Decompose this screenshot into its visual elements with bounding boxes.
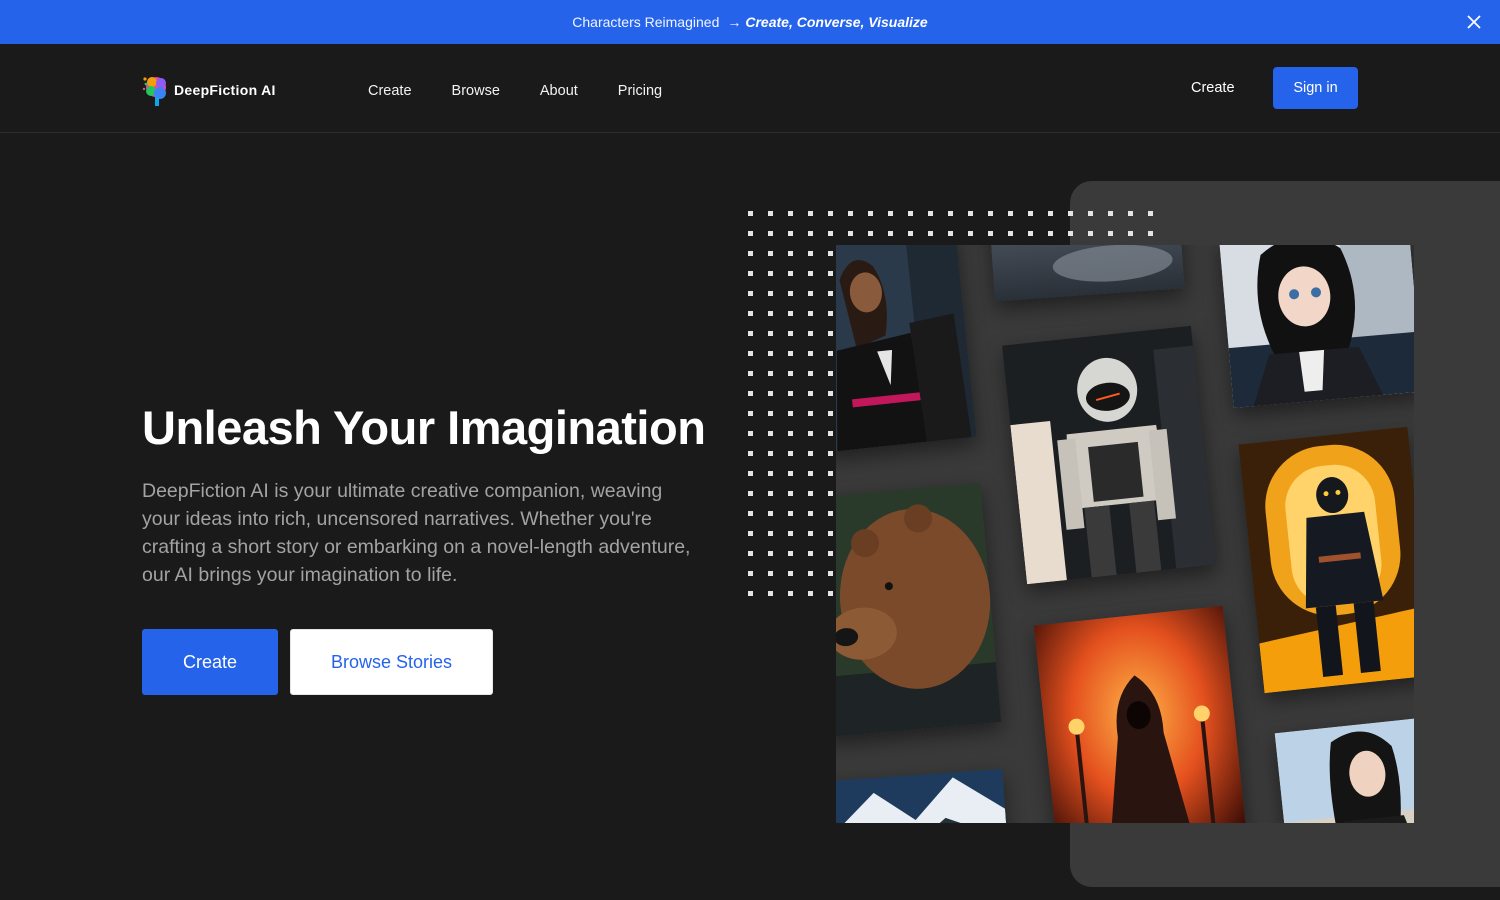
nav-link-pricing[interactable]: Pricing [618,83,662,99]
nav-links: Create Browse About Pricing [368,83,702,99]
gallery-image-cloudy-sky[interactable] [987,245,1185,302]
create-button[interactable]: Create [142,629,278,695]
gallery-image-golden-knight[interactable] [1238,426,1414,694]
gallery-image-hooded-fire-mage[interactable] [1033,605,1249,823]
banner-text: Characters Reimagined [572,14,720,30]
gallery-image-woman-in-uniform[interactable] [836,245,977,453]
banner-tagline: Create, Converse, Visualize [745,14,928,30]
sign-in-button[interactable]: Sign in [1273,67,1358,109]
hero-description: DeepFiction AI is your ultimate creative… [142,480,691,586]
logo[interactable]: DeepFiction AI [142,73,276,107]
close-icon[interactable] [1464,12,1484,32]
browse-stories-button[interactable]: Browse Stories [290,629,493,695]
nav-link-browse[interactable]: Browse [452,83,500,99]
gallery-image-armored-astronaut[interactable] [1001,325,1217,585]
hero-title: Unleash Your Imagination [142,401,706,454]
nav-link-create[interactable]: Create [368,83,412,99]
announcement-banner: Characters Reimagined → Create, Converse… [0,0,1500,44]
image-collage [836,245,1414,823]
gallery-image-snowy-mountains[interactable] [836,768,1010,823]
banner-arrow: → [727,14,742,30]
nav-create-link[interactable]: Create [1191,80,1235,96]
gallery-image-anime-girl[interactable] [1218,245,1414,408]
nav-link-about[interactable]: About [540,83,578,99]
gallery-image-brown-bear[interactable] [836,482,1002,738]
logo-text: DeepFiction AI [174,82,276,98]
brain-logo-icon [142,77,166,106]
gallery-image-dark-haired-woman[interactable] [1274,717,1414,823]
